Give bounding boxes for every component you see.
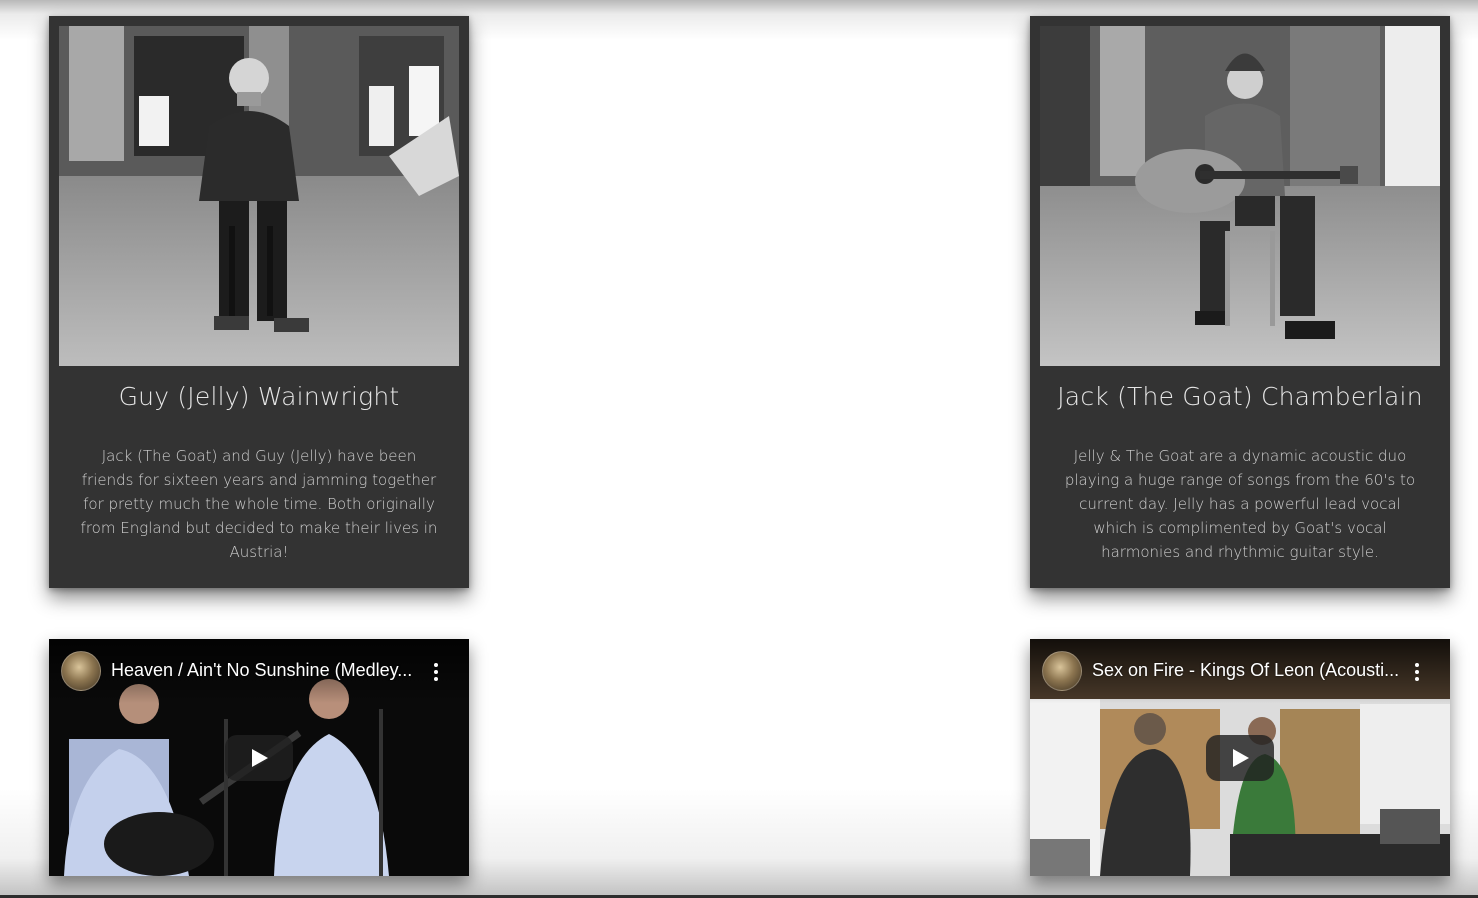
play-icon	[1233, 749, 1249, 767]
video-embed-heaven[interactable]: Heaven / Ain't No Sunshine (Medley...	[49, 639, 469, 876]
page: Guy (Jelly) Wainwright Jack (The Goat) a…	[0, 0, 1478, 898]
more-vert-icon[interactable]	[433, 663, 439, 681]
card-title: Guy (Jelly) Wainwright	[118, 382, 400, 411]
video-title[interactable]: Heaven / Ain't No Sunshine (Medley...	[111, 660, 421, 681]
profile-card-guy: Guy (Jelly) Wainwright Jack (The Goat) a…	[49, 16, 469, 588]
channel-avatar[interactable]	[1042, 651, 1082, 691]
video-embed-sex-on-fire[interactable]: Sex on Fire - Kings Of Leon (Acousti...	[1030, 639, 1450, 876]
jack-photo	[1040, 26, 1440, 366]
channel-avatar[interactable]	[61, 651, 101, 691]
guy-photo	[59, 26, 459, 366]
video-title[interactable]: Sex on Fire - Kings Of Leon (Acousti...	[1092, 660, 1402, 681]
more-vert-icon[interactable]	[1414, 663, 1420, 681]
play-button[interactable]	[1206, 735, 1274, 781]
card-description: Jack (The Goat) and Guy (Jelly) have bee…	[80, 447, 438, 561]
profile-card-jack: Jack (The Goat) Chamberlain Jelly & The …	[1030, 16, 1450, 588]
play-button[interactable]	[225, 735, 293, 781]
card-title: Jack (The Goat) Chamberlain	[1057, 382, 1423, 411]
play-icon	[252, 749, 268, 767]
card-description: Jelly & The Goat are a dynamic acoustic …	[1064, 447, 1416, 561]
